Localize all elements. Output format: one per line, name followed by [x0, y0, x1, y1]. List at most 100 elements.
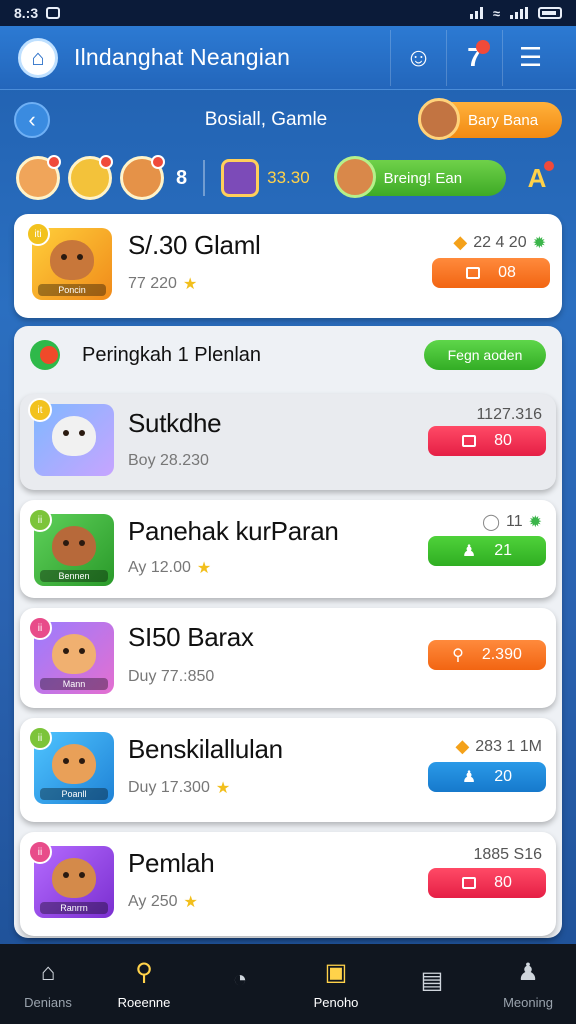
play-button[interactable]: 80 [428, 426, 546, 456]
divider [203, 160, 206, 196]
nav-label: Roeenne [117, 994, 171, 1010]
game-sub-text: Duy 17.300 [128, 779, 210, 796]
play-button[interactable]: ♟ 20 [428, 762, 546, 792]
page-title: Bosiall, Gamle [204, 109, 328, 130]
play-button-value: 20 [494, 768, 513, 785]
rank-badge: ii [28, 726, 52, 750]
section-icon [30, 340, 60, 370]
game-name: Benskilallulan [128, 734, 283, 764]
game-meta: 1885 S16 [473, 846, 542, 863]
nav-label: Meoning [503, 994, 553, 1010]
list-item[interactable]: ii Ranrrn Pemlah Ay 250 ★ 1885 S16 80 [20, 832, 556, 936]
rank-badge: ii [28, 840, 52, 864]
notification-icon [46, 7, 61, 19]
nav-item-home[interactable]: ⌂ Denians [5, 959, 91, 1010]
play-button-value: 80 [494, 432, 512, 449]
game-sub: Duy 17.300 ★ [128, 778, 230, 798]
profile-search-icon[interactable]: ☺ [390, 29, 446, 86]
friend-badge [99, 155, 113, 169]
achievement-badge [544, 160, 555, 171]
friend-avatar[interactable] [68, 155, 113, 200]
notifications-button[interactable]: 7 [446, 29, 502, 86]
chart-icon: ▤ [420, 966, 444, 994]
friend-avatar[interactable] [16, 155, 61, 200]
nav-item-chart[interactable]: ▤ [389, 966, 475, 1002]
nav-item-calendar[interactable]: ◔ [197, 966, 283, 1002]
home-icon: ⌂ [40, 958, 56, 986]
game-name: Panehak kurParan [128, 516, 339, 546]
section-action-button[interactable]: Fegn aoden [424, 340, 546, 370]
list-item[interactable]: ii Bennen Panehak kurParan Ay 12.00 ★ ◯ 1… [20, 500, 556, 598]
game-sub: Duy 77.:850 [128, 668, 215, 685]
calendar-icon: ◔ [232, 966, 248, 993]
friend-invite-label: Breing! Ean [383, 169, 463, 187]
star-icon: ★ [182, 276, 198, 293]
thumbnail-label: Bennen [40, 570, 108, 582]
thumbnail-label: Mann [40, 678, 108, 690]
play-button-value: 08 [498, 264, 516, 281]
play-button-value: 21 [494, 542, 513, 559]
thumbnail-label: Poncin [38, 284, 106, 296]
list-item[interactable]: ii Mann SI50 Barax Duy 77.:850 ⚲ 2.390 [20, 608, 556, 708]
play-button-value: 2.390 [481, 646, 522, 663]
wifi-icon: ≈ [492, 5, 500, 21]
coin-icon [221, 159, 260, 197]
thumbnail-label: Ranrrn [40, 902, 108, 914]
play-button[interactable]: 80 [428, 868, 546, 898]
list-item[interactable]: it Sutkdhe Boy 28.230 1127.316 80 [20, 394, 556, 490]
rank-badge: ii [28, 616, 52, 640]
rank-badge: iti [26, 222, 50, 246]
gem-icon: ◆ [455, 736, 470, 756]
nav-item-profile[interactable]: ♟ Meoning [485, 959, 571, 1010]
game-name: SI50 Barax [128, 622, 254, 652]
nav-label: Denians [24, 994, 72, 1010]
play-button[interactable]: 08 [432, 258, 550, 288]
game-sub: Boy 28.230 [128, 452, 209, 469]
status-bar: 8.:3 ≈ [0, 0, 576, 26]
signal-icon [469, 7, 483, 19]
game-sub: Ay 250 ★ [128, 892, 198, 912]
sub-header: ‹ Bosiall, Gamle Bary Bana [0, 90, 576, 150]
character-face-icon [52, 858, 96, 898]
user-icon: ♟ [461, 769, 477, 786]
nav-item-wallet[interactable]: ▣ Penoho [293, 959, 379, 1010]
game-meta-text: 22 4 20 [473, 233, 527, 251]
key-icon: ⚲ [452, 647, 464, 664]
play-button-value: 80 [494, 874, 512, 891]
list-item[interactable]: ii Poanll Benskilallulan Duy 17.300 ★ ◆ 2… [20, 718, 556, 822]
gem-icon: ◆ [453, 232, 468, 252]
game-meta: 1127.316 [476, 406, 542, 423]
back-button[interactable]: ‹ [14, 102, 50, 138]
friend-avatar[interactable] [120, 155, 165, 200]
game-meta: ◯ 11 ✹ [482, 512, 542, 532]
featured-game-card[interactable]: iti Poncin S/.30 Glaml 77 220 ★ ◆ 22 4 20… [14, 214, 562, 318]
profile-action-button[interactable]: Bary Bana [418, 98, 562, 140]
user-icon: ♟ [461, 543, 477, 560]
search-icon: ⚲ [135, 959, 153, 986]
play-button[interactable]: ♟ 21 [428, 536, 546, 566]
coin-amount: 33.30 [267, 168, 310, 187]
game-sub-text: Ay 12.00 [128, 559, 191, 576]
game-meta-text: 11 [505, 513, 523, 530]
game-meta: ◆ 283 1 1M [455, 736, 542, 757]
friend-badge [47, 155, 61, 169]
bottom-nav: ⌂ Denians ⚲ Roeenne ◔ ▣ Penoho ▤ ♟ Meoni… [0, 944, 576, 1024]
friend-invite-button[interactable]: Breing! Ean [333, 156, 506, 198]
achievement-icon[interactable]: A [528, 160, 555, 194]
star-icon: ★ [215, 780, 231, 797]
play-button[interactable]: ⚲ 2.390 [428, 640, 546, 670]
gear-icon: ✹ [528, 514, 542, 531]
section-title: Peringkah 1 Plenlan [82, 343, 262, 366]
character-face-icon [52, 634, 96, 674]
menu-icon[interactable]: ☰ [502, 29, 558, 86]
game-meta-text: 283 1 1M [475, 737, 542, 755]
gear-icon: ✹ [532, 234, 546, 252]
app-header: ⌂ Ilndanghat Neangian ☺ 7 ☰ [0, 26, 576, 90]
nav-item-search[interactable]: ⚲ Roeenne [101, 959, 187, 1010]
game-sub: Ay 12.00 ★ [128, 558, 211, 578]
character-face-icon [52, 526, 96, 566]
character-face-icon [52, 744, 96, 784]
friends-row: 8 33.30 Breing! Ean A [0, 150, 576, 206]
notification-badge [476, 39, 490, 54]
game-meta: ◆ 22 4 20 ✹ [453, 232, 546, 253]
